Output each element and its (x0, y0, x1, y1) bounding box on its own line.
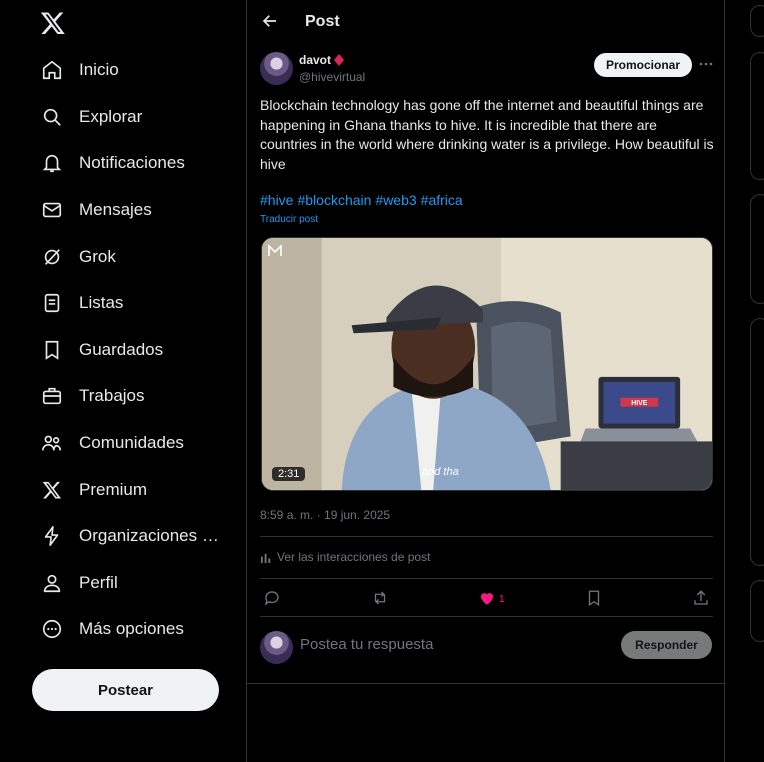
sidebar-item-explorar[interactable]: Explorar (30, 95, 240, 139)
hashtag-list: #hive #blockchain #web3 #africa (260, 192, 467, 208)
sidebar-item-premium[interactable]: Premium (30, 468, 240, 512)
sidebar-card-fragment (750, 194, 764, 304)
video-thumbnail: HIVE (262, 238, 712, 490)
post-button[interactable]: Postear (32, 669, 219, 711)
laptop-brand-text: HIVE (631, 400, 648, 407)
x-logo-icon (40, 478, 64, 502)
reply-button[interactable]: Responder (621, 631, 712, 659)
sidebar-item-label: Grok (79, 247, 116, 266)
search-icon (40, 105, 64, 129)
sidebar-item-label: Más opciones (79, 619, 184, 638)
sidebar-item-label: Explorar (79, 107, 143, 126)
promote-button[interactable]: Promocionar (594, 53, 692, 77)
sidebar-item-organizaciones[interactable]: Organizaciones v... (30, 514, 240, 558)
sidebar-item-listas[interactable]: Listas (30, 281, 240, 325)
sidebar-item-label: Premium (79, 480, 148, 499)
sidebar-item-comunidades[interactable]: Comunidades (30, 421, 240, 465)
sidebar-card-fragment (750, 580, 764, 642)
hashtag-link[interactable]: #web3 (375, 192, 416, 208)
author-avatar[interactable] (260, 52, 293, 85)
divider (260, 616, 713, 617)
post-actions: 1 (247, 585, 725, 611)
reply-icon[interactable] (263, 589, 281, 607)
sidebar-item-perfil[interactable]: Perfil (30, 561, 240, 605)
translate-link[interactable]: Traducir post (260, 214, 318, 225)
sidebar: Inicio Explorar Notificaciones Mensajes … (0, 0, 246, 762)
repost-icon[interactable] (371, 589, 389, 607)
person-icon (40, 571, 64, 595)
sidebar-item-label: Organizaciones v... (79, 526, 219, 545)
video-duration-badge: 2:31 (272, 467, 306, 481)
sidebar-item-inicio[interactable]: Inicio (30, 48, 240, 92)
post-text: Blockchain technology has gone off the i… (260, 97, 714, 172)
red-diamond-icon (334, 54, 345, 66)
user-avatar[interactable] (260, 631, 293, 664)
bookmark-icon (40, 338, 64, 362)
bookmark-icon[interactable] (585, 589, 603, 607)
sidebar-item-label: Trabajos (79, 386, 145, 405)
sidebar-card-fragment (750, 52, 764, 180)
divider (260, 536, 713, 537)
analytics-bar-icon (260, 553, 271, 563)
author-name-row[interactable]: davot (299, 53, 345, 67)
sidebar-item-label: Guardados (79, 340, 164, 359)
sidebar-item-label: Perfil (79, 573, 118, 592)
view-interactions-link[interactable]: Ver las interacciones de post (260, 550, 430, 564)
sidebar-item-label: Listas (79, 293, 124, 312)
heart-icon[interactable] (478, 589, 496, 607)
lightning-icon (40, 524, 64, 548)
back-arrow-icon[interactable] (261, 12, 279, 30)
watermark-logo-icon (268, 244, 282, 256)
sidebar-item-label: Inicio (79, 60, 119, 79)
main-column: Post davot @hivevirtual Promocionar Bloc… (246, 0, 725, 762)
post-timestamp[interactable]: 8:59 a. m. · 19 jun. 2025 (260, 508, 390, 522)
like-count: 1 (499, 594, 505, 605)
sidebar-item-mensajes[interactable]: Mensajes (30, 188, 240, 232)
reply-input[interactable]: Postea tu respuesta (300, 636, 433, 653)
sidebar-item-label: Comunidades (79, 433, 184, 452)
list-icon (40, 291, 64, 315)
hashtag-link[interactable]: #hive (260, 192, 293, 208)
video-player[interactable]: HIVE and tha 2:31 (261, 237, 713, 491)
video-subtitle: and tha (422, 466, 459, 478)
hashtag-link[interactable]: #africa (421, 192, 463, 208)
divider (260, 578, 713, 579)
sidebar-card-fragment (750, 318, 764, 566)
hashtag-link[interactable]: #blockchain (297, 192, 371, 208)
sidebar-item-guardados[interactable]: Guardados (30, 328, 240, 372)
grok-icon (40, 245, 64, 269)
more-circle-icon (40, 617, 64, 641)
divider (247, 683, 725, 684)
bell-icon (40, 151, 64, 175)
more-options-icon[interactable] (698, 56, 714, 72)
author-name[interactable]: davot (299, 53, 331, 67)
sidebar-item-label: Notificaciones (79, 153, 185, 172)
share-icon[interactable] (692, 589, 710, 607)
author-handle[interactable]: @hivevirtual (299, 70, 365, 84)
home-icon (40, 58, 64, 82)
sidebar-item-label: Mensajes (79, 200, 152, 219)
page-title: Post (305, 13, 340, 30)
sidebar-item-grok[interactable]: Grok (30, 235, 240, 279)
people-icon (40, 431, 64, 455)
mail-icon (40, 198, 64, 222)
search-box-fragment[interactable] (750, 5, 764, 37)
sidebar-item-notificaciones[interactable]: Notificaciones (30, 141, 240, 185)
briefcase-icon (40, 384, 64, 408)
x-logo-icon[interactable] (40, 10, 66, 36)
sidebar-item-mas-opciones[interactable]: Más opciones (30, 607, 240, 651)
sidebar-item-trabajos[interactable]: Trabajos (30, 374, 240, 418)
interactions-label: Ver las interacciones de post (277, 550, 431, 564)
post-header: Post (247, 0, 725, 44)
